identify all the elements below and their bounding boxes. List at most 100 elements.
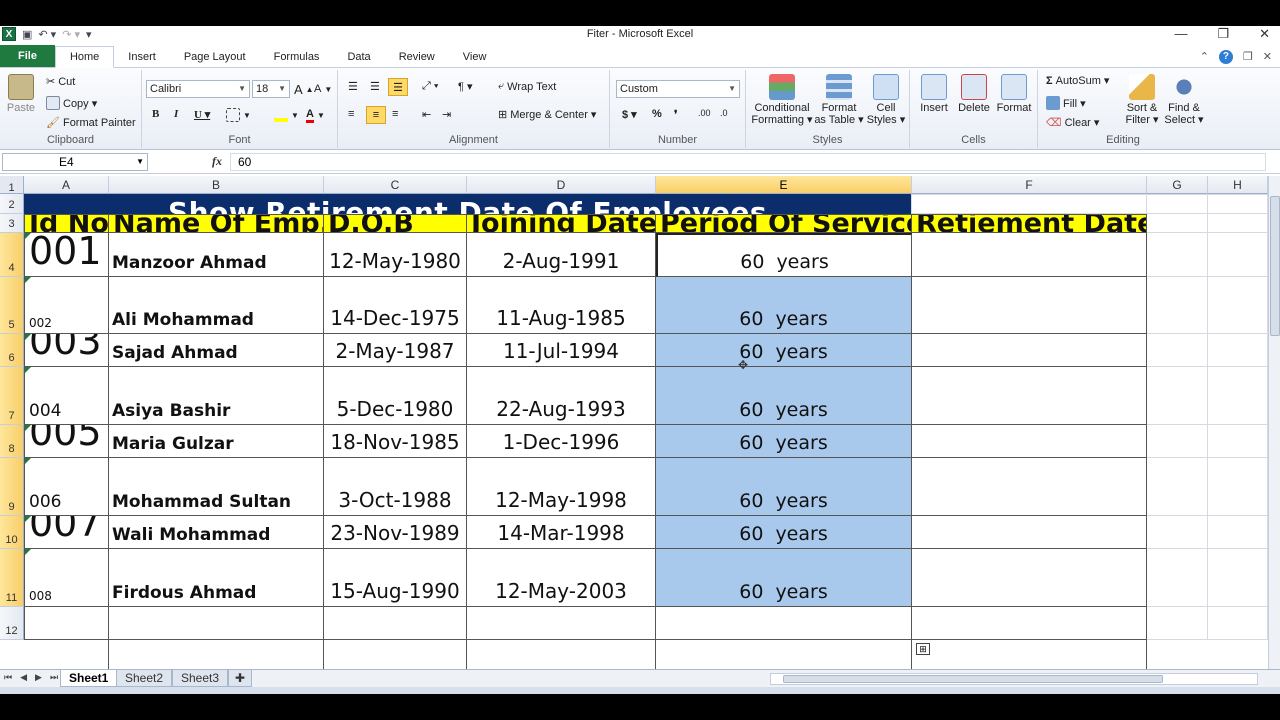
column-header-g[interactable]: G <box>1147 176 1208 194</box>
tab-formulas[interactable]: Formulas <box>260 47 334 67</box>
autofill-options-icon[interactable]: ⊞ <box>916 643 930 655</box>
fill-button[interactable]: Fill ▾ <box>1046 96 1086 110</box>
cell[interactable] <box>1208 607 1268 640</box>
joining-date-cell[interactable]: 14-Mar-1998 <box>467 516 656 549</box>
conditional-formatting-button[interactable]: Conditional Formatting ▾ <box>750 74 814 126</box>
cell[interactable] <box>109 640 324 669</box>
cell[interactable] <box>467 640 656 669</box>
tab-file[interactable]: File <box>0 45 55 67</box>
cell[interactable] <box>1208 334 1268 367</box>
id-cell[interactable]: 008 <box>24 549 109 607</box>
delete-cells-button[interactable]: Delete <box>954 74 994 114</box>
dob-cell[interactable]: 12-May-1980 <box>324 233 467 277</box>
cell[interactable] <box>1147 233 1208 277</box>
cell-styles-button[interactable]: Cell Styles ▾ <box>864 74 908 126</box>
retirement-date-cell[interactable] <box>912 516 1147 549</box>
header-cell[interactable]: D.O.B <box>324 214 467 233</box>
insert-function-icon[interactable]: fx <box>212 154 222 169</box>
header-cell[interactable]: Retiement Date <box>912 214 1147 233</box>
header-cell[interactable]: Id No <box>24 214 109 233</box>
merge-center-button[interactable]: ⊞ Merge & Center ▾ <box>498 108 596 121</box>
column-header-b[interactable]: B <box>109 176 324 194</box>
underline-button[interactable]: U ▾ <box>194 108 210 121</box>
cell[interactable] <box>1208 195 1268 214</box>
period-cell[interactable]: 60 years <box>656 334 912 367</box>
worksheet-grid[interactable]: ABCDEFGH123456789101112Show Retirement D… <box>0 176 1268 669</box>
font-color-button[interactable]: A ▼ <box>306 108 325 123</box>
font-size-select[interactable]: 18 ▼ <box>252 80 290 98</box>
retirement-date-cell[interactable] <box>912 549 1147 607</box>
period-cell[interactable]: 60 years <box>656 549 912 607</box>
id-cell[interactable]: 004 <box>24 367 109 425</box>
row-header-2[interactable]: 2 <box>0 195 24 214</box>
cell[interactable] <box>1147 367 1208 425</box>
shrink-font-button[interactable]: A ▼ <box>314 83 332 95</box>
number-format-select[interactable]: Custom ▼ <box>616 80 740 98</box>
row-header-12[interactable]: 12 <box>0 607 24 640</box>
row-header-9[interactable]: 9 <box>0 458 24 516</box>
cell[interactable] <box>1208 516 1268 549</box>
first-sheet-icon[interactable]: ⏮ <box>4 672 12 683</box>
tab-review[interactable]: Review <box>385 47 449 67</box>
joining-date-cell[interactable]: 22-Aug-1993 <box>467 367 656 425</box>
align-bottom-button[interactable]: ☰ <box>388 78 408 96</box>
id-cell[interactable]: 001 <box>24 233 109 277</box>
retirement-date-cell[interactable] <box>912 334 1147 367</box>
vertical-scroll-thumb[interactable] <box>1270 196 1280 336</box>
close-button[interactable]: ✕ <box>1259 26 1270 42</box>
retirement-date-cell[interactable] <box>912 367 1147 425</box>
tab-insert[interactable]: Insert <box>114 47 170 67</box>
header-cell[interactable]: Name Of Emp. <box>109 214 324 233</box>
sheet-tab-sheet2[interactable]: Sheet2 <box>116 670 173 687</box>
row-header-7[interactable]: 7 <box>0 367 24 425</box>
sort-filter-button[interactable]: Sort & Filter ▾ <box>1122 74 1162 126</box>
name-cell[interactable]: Asiya Bashir <box>109 367 324 425</box>
next-sheet-icon[interactable]: ▶ <box>35 672 42 683</box>
cell[interactable] <box>1147 458 1208 516</box>
cell[interactable] <box>1147 516 1208 549</box>
cell[interactable] <box>1208 233 1268 277</box>
sheet-tab-sheet1[interactable]: Sheet1 <box>60 670 118 687</box>
wrap-text-button[interactable]: ⤶ Wrap Text <box>498 80 556 93</box>
row-header-10[interactable]: 10 <box>0 516 24 549</box>
id-cell[interactable]: 003 <box>24 334 109 367</box>
italic-button[interactable]: I <box>174 108 178 120</box>
cell[interactable] <box>1208 367 1268 425</box>
name-cell[interactable]: Manzoor Ahmad <box>109 233 324 277</box>
dob-cell[interactable]: 23-Nov-1989 <box>324 516 467 549</box>
name-cell[interactable]: Ali Mohammad <box>109 277 324 334</box>
column-header-a[interactable]: A <box>24 176 109 194</box>
format-cells-button[interactable]: Format <box>994 74 1034 114</box>
workbook-close-icon[interactable]: ✕ <box>1263 50 1272 64</box>
cell[interactable] <box>1208 458 1268 516</box>
bold-button[interactable]: B <box>152 108 159 120</box>
name-box[interactable]: E4 ▼ <box>2 153 148 171</box>
cell[interactable] <box>1147 195 1208 214</box>
horizontal-scrollbar[interactable] <box>770 673 1258 685</box>
period-cell[interactable]: 60 years <box>656 277 912 334</box>
joining-date-cell[interactable]: 11-Jul-1994 <box>467 334 656 367</box>
help-icon[interactable]: ? <box>1218 50 1233 64</box>
joining-date-cell[interactable]: 11-Aug-1985 <box>467 277 656 334</box>
id-cell[interactable]: 006 <box>24 458 109 516</box>
name-cell[interactable]: Wali Mohammad <box>109 516 324 549</box>
row-header-8[interactable]: 8 <box>0 425 24 458</box>
id-cell[interactable]: 007 <box>24 516 109 549</box>
cell[interactable] <box>1147 214 1208 233</box>
cell[interactable] <box>912 607 1147 640</box>
autosum-button[interactable]: Σ AutoSum ▾ <box>1046 74 1109 88</box>
row-header-3[interactable]: 3 <box>0 214 24 233</box>
id-cell[interactable]: 002 <box>24 277 109 334</box>
sheet-tab-sheet3[interactable]: Sheet3 <box>172 670 229 687</box>
cell[interactable] <box>109 607 324 640</box>
dob-cell[interactable]: 5-Dec-1980 <box>324 367 467 425</box>
period-cell[interactable]: 60 years <box>656 233 912 277</box>
cell[interactable] <box>1147 425 1208 458</box>
insert-cells-button[interactable]: Insert <box>914 74 954 114</box>
percent-button[interactable]: % <box>652 108 662 120</box>
tab-page-layout[interactable]: Page Layout <box>170 47 260 67</box>
insert-sheet-icon[interactable]: ✚ <box>228 670 253 687</box>
name-cell[interactable]: Maria Gulzar <box>109 425 324 458</box>
row-header-4[interactable]: 4 <box>0 233 24 277</box>
align-left-button[interactable]: ≡ <box>348 108 354 120</box>
